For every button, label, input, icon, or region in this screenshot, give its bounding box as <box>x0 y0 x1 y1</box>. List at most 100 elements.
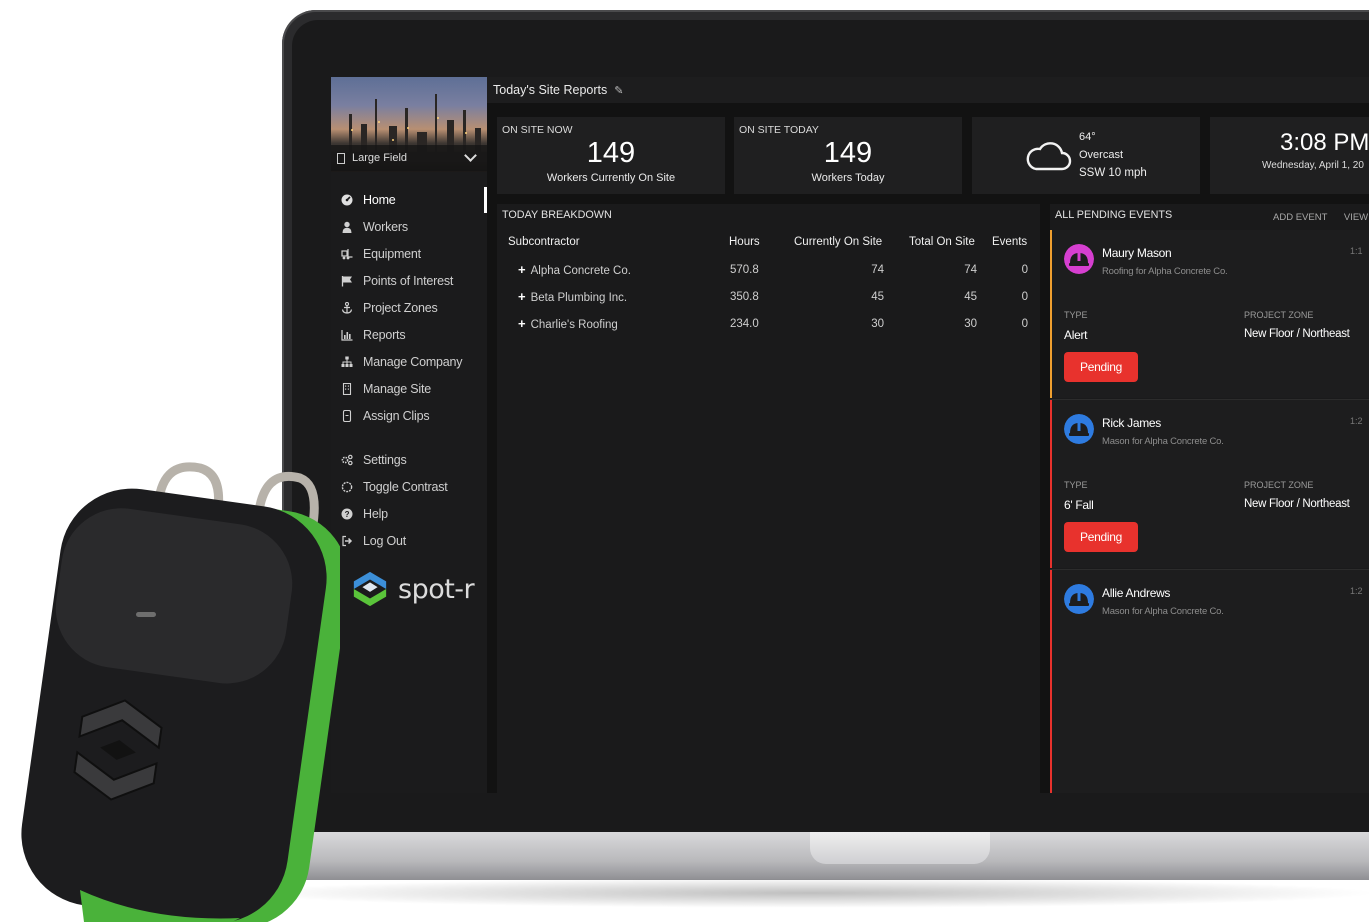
table-row-expand[interactable]: + Alpha Concrete Co. <box>518 262 631 277</box>
today-breakdown-panel: TODAY BREAKDOWN Subcontractor Hours Curr… <box>497 204 1040 793</box>
current-cell: 30 <box>871 318 884 330</box>
table-row-expand[interactable]: + Charlie's Roofing <box>518 316 618 331</box>
sidebar-item-label: Assign Clips <box>363 409 430 423</box>
sidebar-item-reports[interactable]: Reports <box>331 324 487 346</box>
hardhat-avatar-icon <box>1064 414 1094 444</box>
clock-time: 3:08 PM <box>1280 129 1369 156</box>
event-accent <box>1050 230 1052 398</box>
sidebar-item-label: Workers <box>363 220 408 234</box>
sidebar-item-label: Reports <box>363 328 406 342</box>
building-icon <box>341 383 353 395</box>
worker-name: Maury Mason <box>1102 246 1172 260</box>
total-cell: 45 <box>964 291 977 303</box>
sidebar-item-manage-site[interactable]: Manage Site <box>331 378 487 400</box>
table-row-expand[interactable]: + Beta Plumbing Inc. <box>518 289 627 304</box>
subcontractor-name: Beta Plumbing Inc. <box>530 292 628 304</box>
sidebar-item-label: Equipment <box>363 247 421 261</box>
sidebar-item-manage-company[interactable]: Manage Company <box>331 351 487 373</box>
sidebar-item-label: Manage Company <box>363 355 463 369</box>
event-time: 1:1 <box>1350 246 1363 256</box>
sidebar-item-toggle-contrast[interactable]: Toggle Contrast <box>331 476 487 498</box>
total-cell: 74 <box>964 264 977 276</box>
panel-title: ALL PENDING EVENTS <box>1055 209 1173 221</box>
zone-label: PROJECT ZONE <box>1244 480 1314 490</box>
zone-label: PROJECT ZONE <box>1244 310 1314 320</box>
hours-cell: 570.8 <box>730 264 759 276</box>
building-icon <box>337 152 345 164</box>
total-cell: 30 <box>964 318 977 330</box>
subcontractor-name: Alpha Concrete Co. <box>530 265 631 277</box>
add-event-link[interactable]: ADD EVENT <box>1273 212 1327 223</box>
sidebar-item-home[interactable]: Home <box>331 189 487 211</box>
site-name: Large Field <box>352 152 408 164</box>
column-header-events[interactable]: Events <box>992 236 1027 248</box>
flag-icon <box>341 275 353 287</box>
card-value: 149 <box>823 137 873 169</box>
sidebar-item-label: Home <box>363 193 396 207</box>
event-type: 6' Fall <box>1064 498 1094 512</box>
sidebar: Large Field Home Workers Equipment Point… <box>331 77 487 793</box>
logo-text: spot-r <box>398 573 475 605</box>
pending-events-panel: ALL PENDING EVENTS ADD EVENT VIEW Maury … <box>1050 204 1369 793</box>
clock-date: Wednesday, April 1, 20 <box>1262 160 1364 171</box>
hardhat-avatar-icon <box>1064 244 1094 274</box>
column-header-total-on-site[interactable]: Total On Site <box>909 236 975 248</box>
column-header-subcontractor[interactable]: Subcontractor <box>508 236 580 248</box>
column-header-hours[interactable]: Hours <box>729 236 760 248</box>
sidebar-item-label: Project Zones <box>363 301 438 315</box>
event-type: Alert <box>1064 328 1088 342</box>
sidebar-item-points-of-interest[interactable]: Points of Interest <box>331 270 487 292</box>
column-header-currently-on-site[interactable]: Currently On Site <box>794 236 882 248</box>
event-card[interactable]: Maury Mason Roofing for Alpha Concrete C… <box>1050 230 1369 398</box>
worker-name: Allie Andrews <box>1102 586 1171 600</box>
sidebar-item-label: Help <box>363 507 388 521</box>
plus-icon: + <box>518 262 526 277</box>
card-value: 149 <box>586 137 636 169</box>
pending-button[interactable]: Pending <box>1064 522 1138 552</box>
clock-card: 3:08 PM Wednesday, April 1, 20 <box>1210 117 1369 194</box>
sidebar-item-project-zones[interactable]: Project Zones <box>331 297 487 319</box>
gears-icon <box>341 454 353 466</box>
worker-name: Rick James <box>1102 416 1162 430</box>
spot-r-logo-icon <box>353 571 387 607</box>
spot-r-logo: spot-r <box>351 570 475 608</box>
help-icon: ? <box>341 508 353 520</box>
view-link[interactable]: VIEW <box>1344 212 1368 223</box>
worker-role: Mason for Alpha Concrete Co. <box>1102 606 1224 617</box>
clip-icon <box>341 410 353 422</box>
sidebar-item-log-out[interactable]: Log Out <box>331 530 487 552</box>
page-title: Today's Site Reports <box>493 83 608 97</box>
sidebar-item-settings[interactable]: Settings <box>331 449 487 471</box>
spot-r-clip-device <box>21 462 340 922</box>
laptop-notch <box>810 832 990 864</box>
weather-temperature: 64° <box>1079 131 1096 143</box>
anchor-icon <box>341 302 353 314</box>
on-site-now-card: ON SITE NOW 149 Workers Currently On Sit… <box>497 117 725 194</box>
plus-icon: + <box>518 289 526 304</box>
subcontractor-name: Charlie's Roofing <box>530 319 618 331</box>
event-zone: New Floor / Northeast <box>1244 328 1350 340</box>
current-cell: 74 <box>871 264 884 276</box>
logout-icon <box>341 535 353 547</box>
worker-role: Roofing for Alpha Concrete Co. <box>1102 266 1228 277</box>
event-card[interactable]: Rick James Mason for Alpha Concrete Co. … <box>1050 400 1369 568</box>
sidebar-item-label: Log Out <box>363 534 407 548</box>
current-cell: 45 <box>871 291 884 303</box>
event-card[interactable]: Allie Andrews Mason for Alpha Concrete C… <box>1050 570 1369 793</box>
sidebar-item-assign-clips[interactable]: Assign Clips <box>331 405 487 427</box>
site-selector[interactable]: Large Field <box>331 145 487 171</box>
forklift-icon <box>341 248 353 260</box>
worker-role: Mason for Alpha Concrete Co. <box>1102 436 1224 447</box>
event-time: 1:2 <box>1350 416 1363 426</box>
type-label: TYPE <box>1064 310 1088 320</box>
sidebar-item-help[interactable]: ? Help <box>331 503 487 525</box>
cloud-icon <box>1026 142 1072 171</box>
sidebar-item-equipment[interactable]: Equipment <box>331 243 487 265</box>
event-zone: New Floor / Northeast <box>1244 498 1350 510</box>
edit-icon[interactable]: ✎ <box>614 84 623 97</box>
hours-cell: 234.0 <box>730 318 759 330</box>
pending-button[interactable]: Pending <box>1064 352 1138 382</box>
sidebar-item-workers[interactable]: Workers <box>331 216 487 238</box>
dashboard-icon <box>341 194 353 206</box>
plus-icon: + <box>518 316 526 331</box>
